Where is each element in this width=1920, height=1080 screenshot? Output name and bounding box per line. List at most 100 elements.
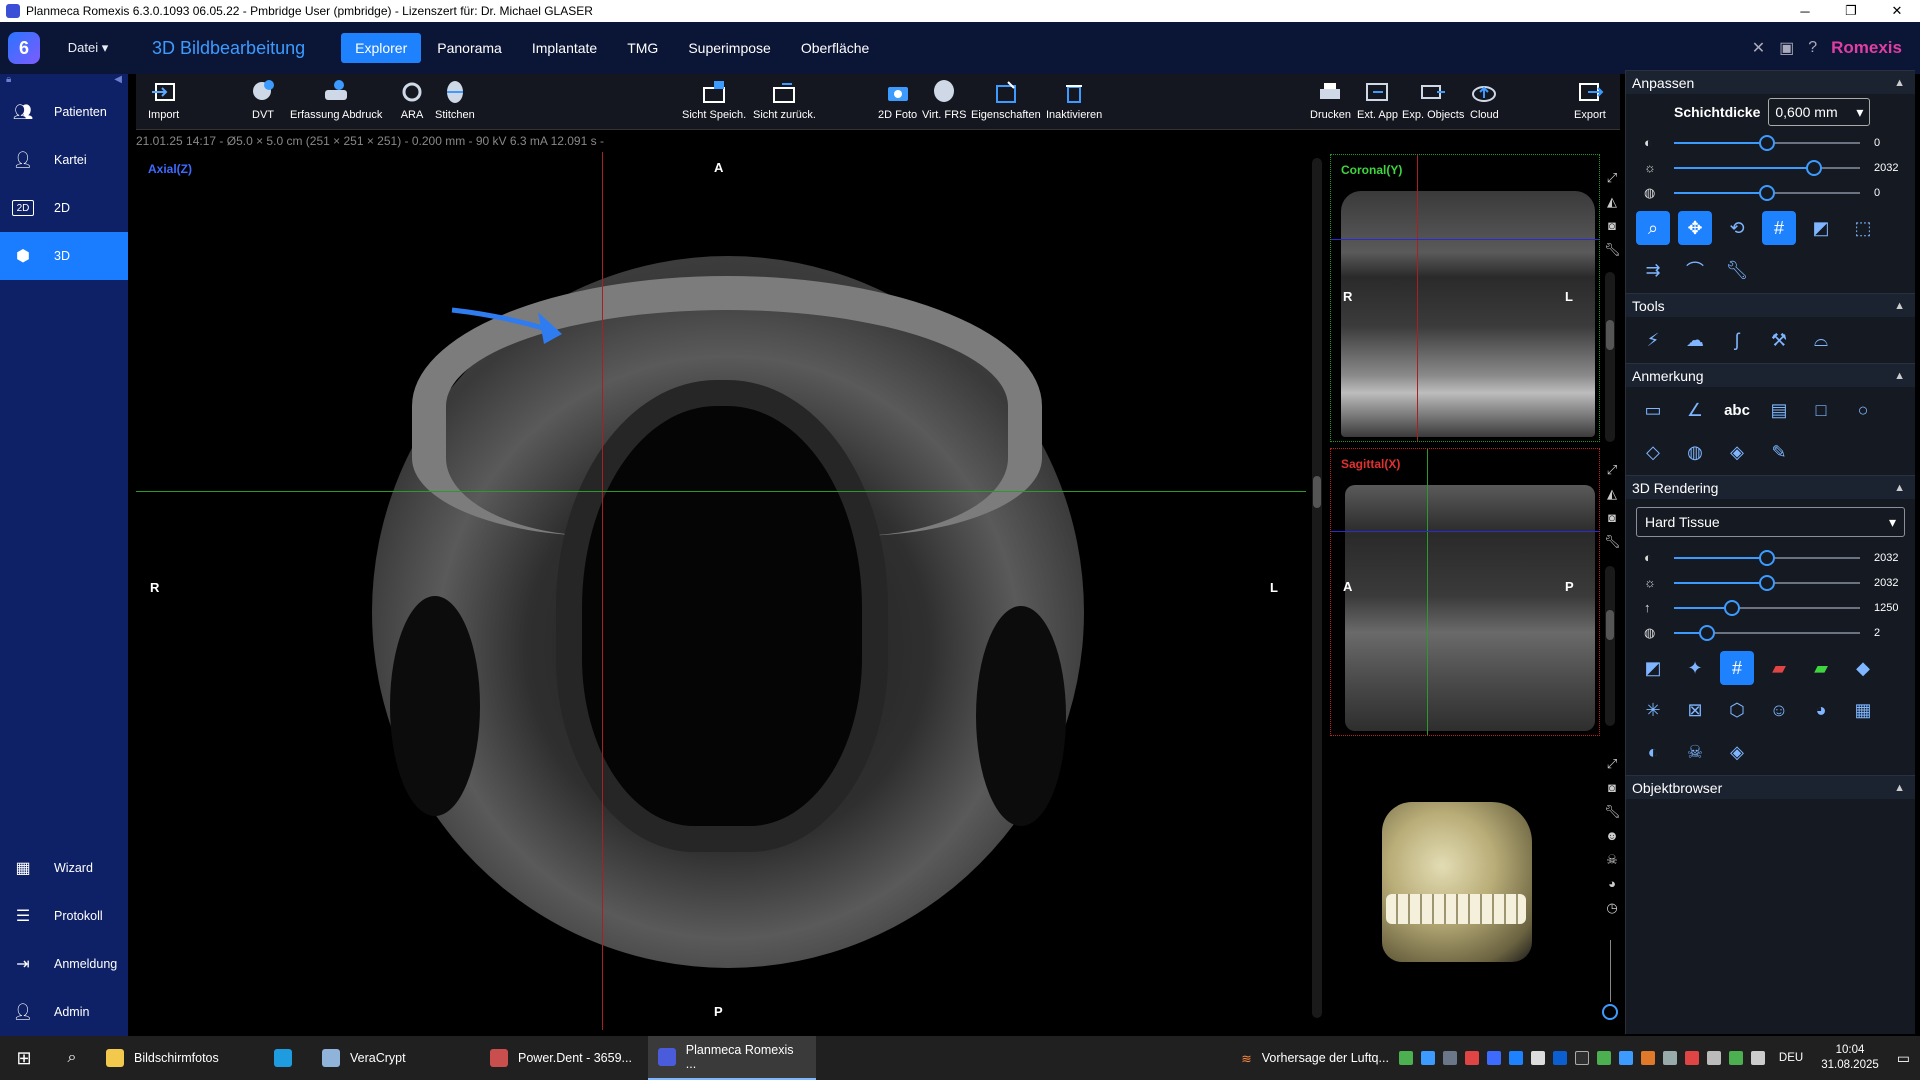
stitchen-button[interactable]: Stitchen (435, 78, 475, 121)
circle-icon[interactable]: ○ (1846, 393, 1880, 427)
lock-icon[interactable]: 🔒︎ (6, 74, 11, 88)
taskbar-app[interactable] (264, 1036, 312, 1080)
ext-app-button[interactable]: Ext. App (1357, 78, 1398, 121)
nerve-icon[interactable]: ⚡︎ (1636, 323, 1670, 357)
angle-icon[interactable]: ∠ (1678, 393, 1712, 427)
zoom-slider-knob[interactable] (1602, 1004, 1618, 1020)
histogram-icon[interactable]: ◩ (1804, 211, 1838, 245)
usb-icon[interactable] (1706, 1051, 1721, 1065)
sidebar-item-2d[interactable]: 2D 2D (0, 184, 128, 232)
section-3d-rendering[interactable]: 3D Rendering ▲ (1626, 475, 1915, 499)
axial-scrollbar[interactable] (1312, 158, 1322, 1018)
curve-icon[interactable]: ʃ (1720, 323, 1754, 357)
erfassung-abdruck-button[interactable]: Erfassung Abdruck (290, 78, 382, 121)
tab-superimpose[interactable]: Superimpose (674, 33, 785, 63)
crosshair-vertical[interactable] (602, 152, 603, 1030)
export-button[interactable]: Export (1574, 78, 1606, 121)
tab-tmg[interactable]: TMG (613, 33, 672, 63)
sphere-icon[interactable]: ◍ (1678, 435, 1712, 469)
close-module-icon[interactable]: ✕ (1752, 38, 1765, 58)
section-anpassen[interactable]: Anpassen ▲ (1626, 70, 1915, 94)
histogram-icon[interactable]: ◩ (1636, 651, 1670, 685)
head-side-icon[interactable]: ◕ (1804, 693, 1838, 727)
minimize-button[interactable]: ─ (1782, 0, 1828, 22)
slider-track[interactable] (1674, 574, 1860, 591)
polygon-icon[interactable]: ◇ (1636, 435, 1670, 469)
tray-app-icon[interactable] (1640, 1051, 1655, 1065)
head-profile-icon[interactable]: ◕ (1604, 876, 1620, 892)
text-box-icon[interactable]: ▤ (1762, 393, 1796, 427)
sidebar-item-kartei[interactable]: 👤︎ Kartei (0, 136, 128, 184)
collapse-caret-icon[interactable]: ▲ (1894, 300, 1905, 312)
tray-app-icon[interactable] (1552, 1051, 1567, 1065)
crosshair-icon[interactable]: # (1720, 651, 1754, 685)
brush-icon[interactable]: ✎ (1762, 435, 1796, 469)
head-icon[interactable]: ☻ (1604, 828, 1620, 844)
tray-app-icon[interactable] (1574, 1051, 1589, 1065)
help-icon[interactable]: ? (1808, 39, 1817, 57)
collapse-caret-icon[interactable]: ▲ (1894, 370, 1905, 382)
tab-implantate[interactable]: Implantate (518, 33, 611, 63)
search-button[interactable]: ⌕ (48, 1036, 96, 1080)
skull-icon[interactable]: ☠ (1678, 735, 1712, 769)
collapse-caret-icon[interactable]: ▲ (1894, 482, 1905, 494)
tray-app-icon[interactable] (1442, 1051, 1457, 1065)
implant-icon[interactable]: ⚒︎ (1762, 323, 1796, 357)
eraser-icon[interactable]: ◈ (1720, 435, 1754, 469)
slice-move-icon[interactable]: ⇉ (1636, 253, 1670, 287)
blue-plane-icon[interactable]: ◆ (1846, 651, 1880, 685)
eraser-icon[interactable]: ◈ (1720, 735, 1754, 769)
taskbar-app[interactable]: Power.Dent - 3659... (480, 1036, 648, 1080)
sicht-zurueck-button[interactable]: Sicht zurück. (753, 78, 816, 121)
weather-widget[interactable]: ≋ Vorhersage der Luftq... (1231, 1036, 1399, 1080)
slider-knob[interactable] (1699, 624, 1716, 641)
tray-app-icon[interactable] (1618, 1051, 1633, 1065)
skull-icon[interactable]: ☠ (1604, 852, 1620, 868)
airway-icon[interactable]: ☁︎ (1678, 323, 1712, 357)
volume-icon[interactable] (1750, 1051, 1765, 1065)
drucken-button[interactable]: Drucken (1310, 78, 1351, 121)
datei-menu[interactable]: Datei ▾ (48, 40, 128, 56)
tray-app-icon[interactable] (1596, 1051, 1611, 1065)
slider-knob[interactable] (1759, 549, 1775, 566)
network-icon[interactable] (1728, 1051, 1743, 1065)
half-sphere-icon[interactable]: ◐ (1636, 735, 1670, 769)
sagittal-scrollbar[interactable] (1605, 566, 1615, 726)
axial-view[interactable]: Axial(Z) A P R L ⤢ ◭ ◙ 🔧︎ (136, 152, 1310, 1030)
section-tools[interactable]: Tools ▲ (1626, 293, 1915, 317)
expand-icon[interactable]: ⤢ (1604, 170, 1620, 186)
sidebar-item-admin[interactable]: 👤︎ Admin (0, 988, 128, 1036)
cloud-button[interactable]: Cloud (1470, 78, 1499, 121)
cube-icon[interactable]: ⬡ (1720, 693, 1754, 727)
exp-objects-button[interactable]: Exp. Objects (1402, 78, 1464, 121)
slider-knob[interactable] (1805, 159, 1822, 176)
ruler-icon[interactable]: ▭ (1636, 393, 1670, 427)
collapse-icon[interactable]: ◀ (114, 74, 122, 88)
virt-frs-button[interactable]: Virt. FRS (922, 78, 966, 121)
tab-explorer[interactable]: Explorer (341, 33, 422, 63)
tab-panorama[interactable]: Panorama (423, 33, 516, 63)
notification-icon[interactable]: ▭ (1897, 1050, 1910, 1067)
tab-oberflaeche[interactable]: Oberfläche (787, 33, 883, 63)
video-icon[interactable]: ▣ (1779, 38, 1794, 58)
wrench-icon[interactable]: 🔧︎ (1720, 253, 1754, 287)
taskbar-app[interactable]: Bildschirmfotos (96, 1036, 264, 1080)
sicht-speichern-button[interactable]: Sicht Speich. (682, 78, 746, 121)
pan-curve-icon[interactable]: ⌒ (1678, 253, 1712, 287)
clip-box-icon[interactable]: ⊠ (1678, 693, 1712, 727)
slider-track[interactable] (1674, 599, 1860, 616)
timer-icon[interactable]: ◷ (1604, 900, 1620, 916)
foto-2d-button[interactable]: 2D Foto (878, 78, 917, 121)
slider-track[interactable] (1674, 159, 1860, 176)
wrench-icon[interactable]: 🔧︎ (1604, 534, 1621, 550)
ara-button[interactable]: ARA (398, 78, 426, 121)
pan-icon[interactable]: ✥ (1678, 211, 1712, 245)
light-icon[interactable]: ✦ (1678, 651, 1712, 685)
tray-app-icon[interactable] (1662, 1051, 1677, 1065)
triangle-icon[interactable]: ◭ (1604, 486, 1620, 502)
red-plane-icon[interactable]: ▰ (1762, 651, 1796, 685)
crosshair-horizontal[interactable] (136, 491, 1306, 492)
slider-track[interactable] (1674, 134, 1860, 151)
sidebar-item-protokoll[interactable]: ☰ Protokoll (0, 892, 128, 940)
text-annotation-icon[interactable]: abc (1720, 393, 1754, 427)
